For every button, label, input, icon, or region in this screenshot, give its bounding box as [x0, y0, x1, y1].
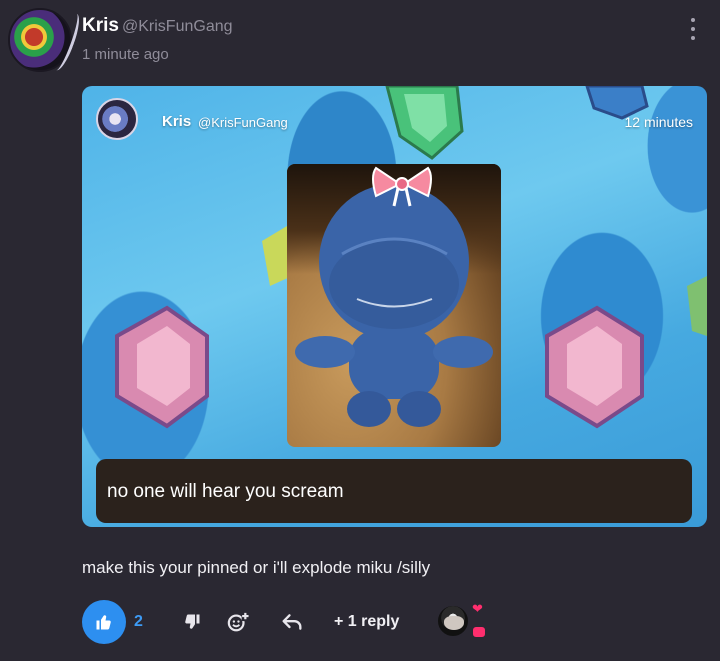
like-count: 2 — [134, 613, 143, 630]
author-avatar[interactable] — [8, 8, 72, 72]
reactor-avatar[interactable] — [436, 604, 470, 638]
dislike-button[interactable] — [180, 610, 204, 634]
thumbs-down-icon — [185, 614, 200, 629]
embed-author-avatar — [96, 98, 138, 140]
author-name[interactable]: Kris — [82, 15, 119, 37]
embed-caption: no one will hear you scream — [96, 459, 692, 523]
reply-count-link[interactable]: + 1 reply — [334, 613, 399, 631]
thumbs-up-icon — [96, 615, 111, 630]
more-options-icon[interactable] — [686, 18, 700, 40]
embed-timestamp: 12 minutes — [624, 114, 693, 130]
author-handle[interactable]: @KrisFunGang — [122, 18, 233, 36]
post-timestamp: 1 minute ago — [82, 46, 169, 63]
like-button[interactable] — [82, 600, 126, 644]
reply-icon — [282, 614, 302, 630]
action-bar: 2 + 1 reply ❤ — [82, 600, 682, 644]
embed-author-name: Kris — [162, 113, 192, 130]
chat-bubble-icon — [473, 627, 485, 637]
add-reaction-button[interactable] — [226, 610, 250, 634]
post-body-text: make this your pinned or i'll explode mi… — [82, 558, 431, 577]
bow-icon — [372, 166, 432, 207]
heart-icon: ❤ — [472, 601, 483, 616]
embed-author-handle: @KrisFunGang — [198, 115, 288, 130]
embedded-post-card[interactable]: Kris @KrisFunGang 12 minutes no one will… — [82, 86, 707, 527]
reply-button[interactable] — [280, 610, 304, 634]
add-reaction-icon — [227, 611, 249, 632]
